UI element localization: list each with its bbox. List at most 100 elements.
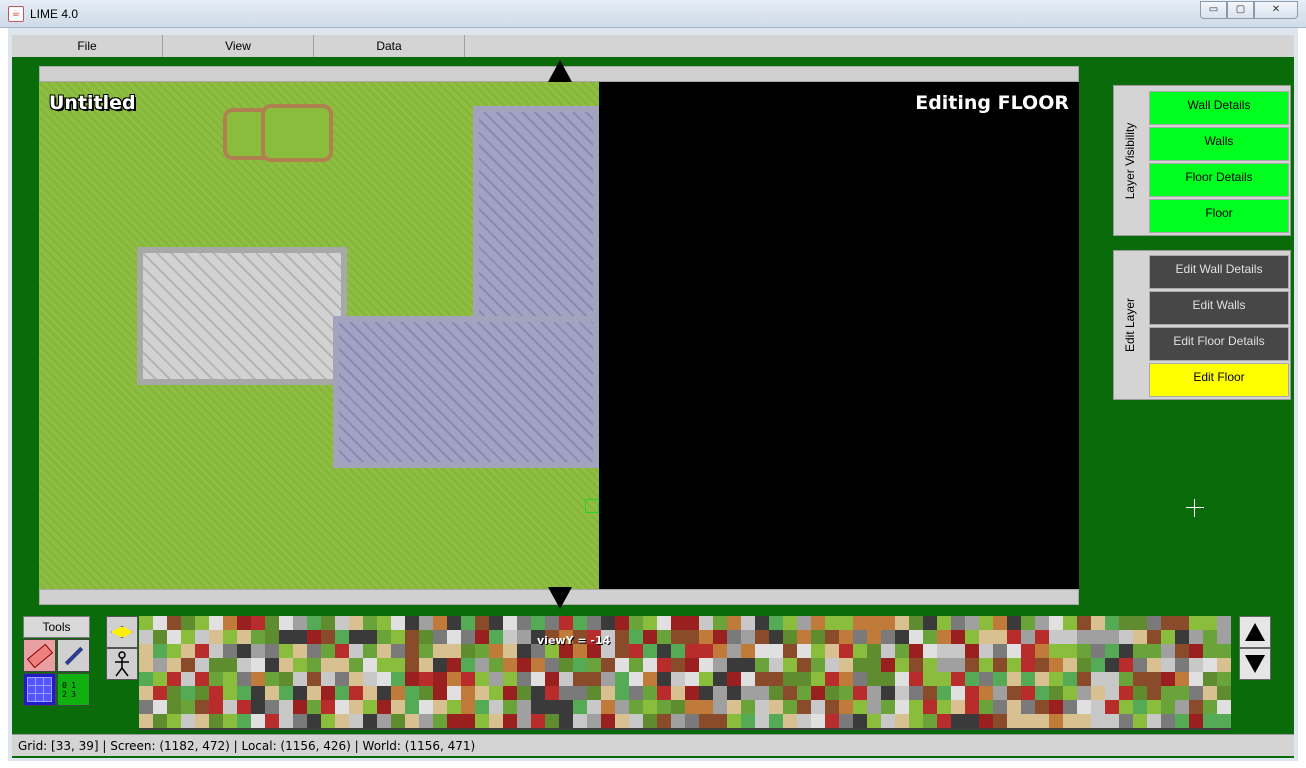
tile-swatch[interactable] bbox=[433, 672, 447, 686]
tile-swatch[interactable] bbox=[363, 686, 377, 700]
tile-swatch[interactable] bbox=[643, 630, 657, 644]
tile-swatch[interactable] bbox=[979, 714, 993, 728]
tile-swatch[interactable] bbox=[811, 714, 825, 728]
tile-swatch[interactable] bbox=[531, 714, 545, 728]
tile-swatch[interactable] bbox=[615, 616, 629, 630]
tile-swatch[interactable] bbox=[895, 658, 909, 672]
tile-swatch[interactable] bbox=[1217, 616, 1231, 630]
tile-swatch[interactable] bbox=[1105, 630, 1119, 644]
tile-swatch[interactable] bbox=[1007, 700, 1021, 714]
tile-swatch[interactable] bbox=[671, 644, 685, 658]
tile-swatch[interactable] bbox=[461, 700, 475, 714]
tile-swatch[interactable] bbox=[1147, 686, 1161, 700]
tile-swatch[interactable] bbox=[895, 714, 909, 728]
tile-swatch[interactable] bbox=[993, 658, 1007, 672]
tile-swatch[interactable] bbox=[727, 672, 741, 686]
tile-swatch[interactable] bbox=[671, 658, 685, 672]
tile-swatch[interactable] bbox=[825, 616, 839, 630]
tile-swatch[interactable] bbox=[993, 672, 1007, 686]
tile-swatch[interactable] bbox=[909, 700, 923, 714]
tile-swatch[interactable] bbox=[671, 672, 685, 686]
toggle-floor-details[interactable]: Floor Details bbox=[1149, 163, 1289, 197]
tile-swatch[interactable] bbox=[363, 672, 377, 686]
tile-swatch[interactable] bbox=[237, 714, 251, 728]
tile-swatch[interactable] bbox=[629, 658, 643, 672]
tile-swatch[interactable] bbox=[909, 644, 923, 658]
tile-swatch[interactable] bbox=[265, 616, 279, 630]
tile-swatch[interactable] bbox=[937, 672, 951, 686]
toggle-walls[interactable]: Walls bbox=[1149, 127, 1289, 161]
tile-swatch[interactable] bbox=[895, 672, 909, 686]
tile-swatch[interactable] bbox=[517, 616, 531, 630]
toggle-floor[interactable]: Floor bbox=[1149, 199, 1289, 233]
tile-swatch[interactable] bbox=[1119, 686, 1133, 700]
tile-swatch[interactable] bbox=[951, 644, 965, 658]
tile-swatch[interactable] bbox=[279, 700, 293, 714]
tile-swatch[interactable] bbox=[167, 630, 181, 644]
tile-swatch[interactable] bbox=[405, 644, 419, 658]
menu-data[interactable]: Data bbox=[314, 35, 465, 57]
tile-swatch[interactable] bbox=[867, 644, 881, 658]
tile-swatch[interactable] bbox=[1063, 630, 1077, 644]
tile-swatch[interactable] bbox=[685, 616, 699, 630]
tile-swatch[interactable] bbox=[349, 644, 363, 658]
tile-swatch[interactable] bbox=[489, 672, 503, 686]
tile-swatch[interactable] bbox=[363, 714, 377, 728]
tile-swatch[interactable] bbox=[573, 672, 587, 686]
tile-swatch[interactable] bbox=[139, 658, 153, 672]
tile-swatch[interactable] bbox=[433, 714, 447, 728]
tile-swatch[interactable] bbox=[489, 700, 503, 714]
tile-swatch[interactable] bbox=[1203, 700, 1217, 714]
tile-swatch[interactable] bbox=[755, 658, 769, 672]
tile-swatch[interactable] bbox=[223, 714, 237, 728]
tile-swatch[interactable] bbox=[419, 700, 433, 714]
tile-swatch[interactable] bbox=[881, 700, 895, 714]
tile-swatch[interactable] bbox=[629, 714, 643, 728]
tile-swatch[interactable] bbox=[447, 644, 461, 658]
tile-swatch[interactable] bbox=[1105, 644, 1119, 658]
tile-swatch[interactable] bbox=[1007, 644, 1021, 658]
tile-swatch[interactable] bbox=[1175, 616, 1189, 630]
tile-swatch[interactable] bbox=[335, 700, 349, 714]
tile-swatch[interactable] bbox=[153, 672, 167, 686]
tile-swatch[interactable] bbox=[307, 644, 321, 658]
tile-swatch[interactable] bbox=[951, 616, 965, 630]
tile-swatch[interactable] bbox=[517, 686, 531, 700]
tile-swatch[interactable] bbox=[629, 630, 643, 644]
tile-swatch[interactable] bbox=[741, 616, 755, 630]
tile-swatch[interactable] bbox=[685, 672, 699, 686]
tile-swatch[interactable] bbox=[181, 714, 195, 728]
tile-swatch[interactable] bbox=[1035, 700, 1049, 714]
tile-swatch[interactable] bbox=[1217, 644, 1231, 658]
tile-swatch[interactable] bbox=[545, 714, 559, 728]
tile-swatch[interactable] bbox=[923, 616, 937, 630]
tile-swatch[interactable] bbox=[349, 616, 363, 630]
tile-swatch[interactable] bbox=[209, 658, 223, 672]
tile-swatch[interactable] bbox=[307, 714, 321, 728]
tile-swatch[interactable] bbox=[1147, 616, 1161, 630]
tile-swatch[interactable] bbox=[811, 672, 825, 686]
minimize-button[interactable]: ▭ bbox=[1200, 1, 1227, 19]
tile-swatch[interactable] bbox=[601, 714, 615, 728]
tile-swatch[interactable] bbox=[783, 672, 797, 686]
tile-swatch[interactable] bbox=[1217, 658, 1231, 672]
tile-swatch[interactable] bbox=[475, 672, 489, 686]
tile-swatch[interactable] bbox=[979, 700, 993, 714]
tile-swatch[interactable] bbox=[573, 686, 587, 700]
tile-swatch[interactable] bbox=[1091, 616, 1105, 630]
tile-swatch[interactable] bbox=[951, 714, 965, 728]
tile-swatch[interactable] bbox=[279, 630, 293, 644]
tile-swatch[interactable] bbox=[657, 714, 671, 728]
tile-swatch[interactable] bbox=[839, 714, 853, 728]
tile-swatch[interactable] bbox=[601, 700, 615, 714]
tile-swatch[interactable] bbox=[545, 700, 559, 714]
tile-swatch[interactable] bbox=[391, 700, 405, 714]
palette-up-button[interactable] bbox=[1239, 616, 1271, 648]
tile-swatch[interactable] bbox=[951, 658, 965, 672]
edit-wall-details-button[interactable]: Edit Wall Details bbox=[1149, 255, 1289, 289]
tile-swatch[interactable] bbox=[741, 714, 755, 728]
tile-swatch[interactable] bbox=[405, 686, 419, 700]
tile-swatch[interactable] bbox=[755, 686, 769, 700]
tile-swatch[interactable] bbox=[237, 630, 251, 644]
tile-swatch[interactable] bbox=[307, 686, 321, 700]
